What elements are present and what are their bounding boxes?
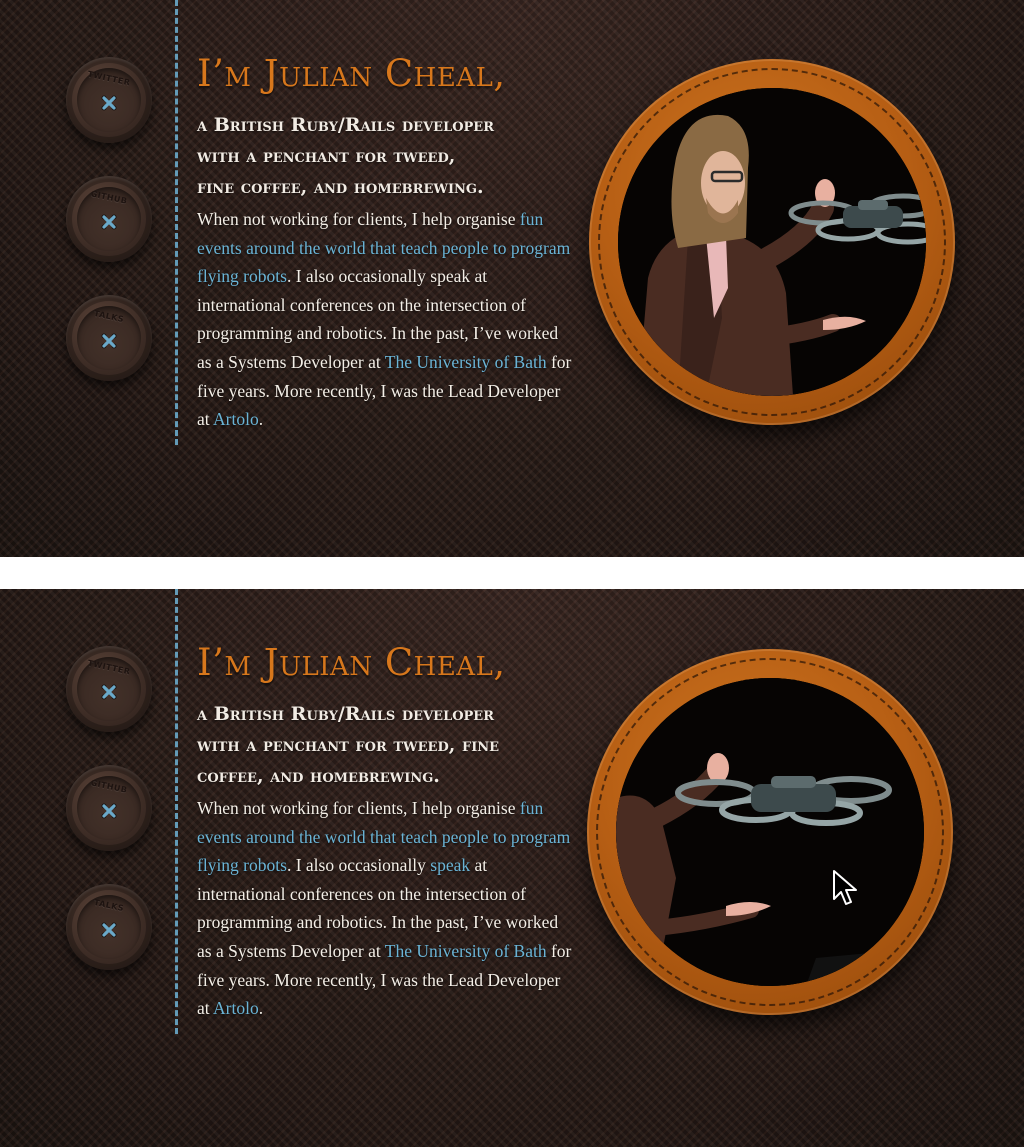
artolo-link[interactable]: Artolo bbox=[213, 409, 259, 429]
blue-stitch-line bbox=[175, 589, 178, 1034]
top-screenshot-panel: TWITTER GITHUB TALKS I’m Julian Cheal, a bbox=[0, 0, 1024, 557]
cross-stitch-icon bbox=[101, 684, 117, 700]
talks-button[interactable]: TALKS bbox=[66, 295, 152, 381]
tagline-line: a British Ruby/Rails developer bbox=[197, 703, 495, 725]
profile-photo bbox=[616, 678, 924, 986]
bio-paragraph: When not working for clients, I help org… bbox=[197, 205, 577, 434]
github-button[interactable]: GITHUB bbox=[66, 176, 152, 262]
tagline: a British Ruby/Rails developer with a pe… bbox=[197, 699, 499, 792]
blue-stitch-line bbox=[175, 0, 178, 445]
talks-button[interactable]: TALKS bbox=[66, 884, 152, 970]
bio-text: . bbox=[258, 409, 264, 430]
tagline: a British Ruby/Rails developer with a pe… bbox=[197, 110, 494, 203]
bio-text: When not working for clients, I help org… bbox=[197, 209, 520, 229]
tagline-line: fine coffee, and homebrewing. bbox=[197, 176, 484, 198]
bio-text: . I also occasionally bbox=[286, 855, 431, 876]
page-title: I’m Julian Cheal, bbox=[197, 641, 506, 684]
bio-text: When not working for clients, I help org… bbox=[197, 798, 520, 818]
tagline-line: with a penchant for tweed, fine bbox=[197, 734, 500, 756]
speak-link[interactable]: speak bbox=[430, 855, 470, 875]
tagline-line: coffee, and homebrewing. bbox=[197, 765, 440, 787]
bio-paragraph: When not working for clients, I help org… bbox=[197, 794, 577, 1023]
university-of-bath-link[interactable]: The University of Bath bbox=[385, 941, 547, 961]
tagline-line: with a penchant for tweed, bbox=[197, 145, 456, 167]
profile-photo-image bbox=[616, 678, 924, 986]
artolo-link[interactable]: Artolo bbox=[213, 998, 259, 1018]
cross-stitch-icon bbox=[101, 333, 117, 349]
github-button[interactable]: GITHUB bbox=[66, 765, 152, 851]
cross-stitch-icon bbox=[101, 922, 117, 938]
twitter-button[interactable]: TWITTER bbox=[66, 646, 152, 732]
arrow-cursor-icon bbox=[833, 870, 857, 905]
university-of-bath-link[interactable]: The University of Bath bbox=[385, 352, 547, 372]
profile-photo-image bbox=[618, 88, 926, 396]
tagline-line: a British Ruby/Rails developer bbox=[197, 114, 495, 136]
page-title: I’m Julian Cheal, bbox=[197, 52, 506, 95]
leather-photo-patch bbox=[589, 59, 955, 425]
cross-stitch-icon bbox=[101, 95, 117, 111]
bottom-screenshot-panel: TWITTER GITHUB TALKS I’m Julian Cheal, a bbox=[0, 589, 1024, 1147]
leather-photo-patch bbox=[587, 649, 953, 1015]
cross-stitch-icon bbox=[101, 803, 117, 819]
twitter-button[interactable]: TWITTER bbox=[66, 57, 152, 143]
cross-stitch-icon bbox=[101, 214, 117, 230]
profile-photo bbox=[618, 88, 926, 396]
bio-text: . bbox=[258, 998, 264, 1019]
